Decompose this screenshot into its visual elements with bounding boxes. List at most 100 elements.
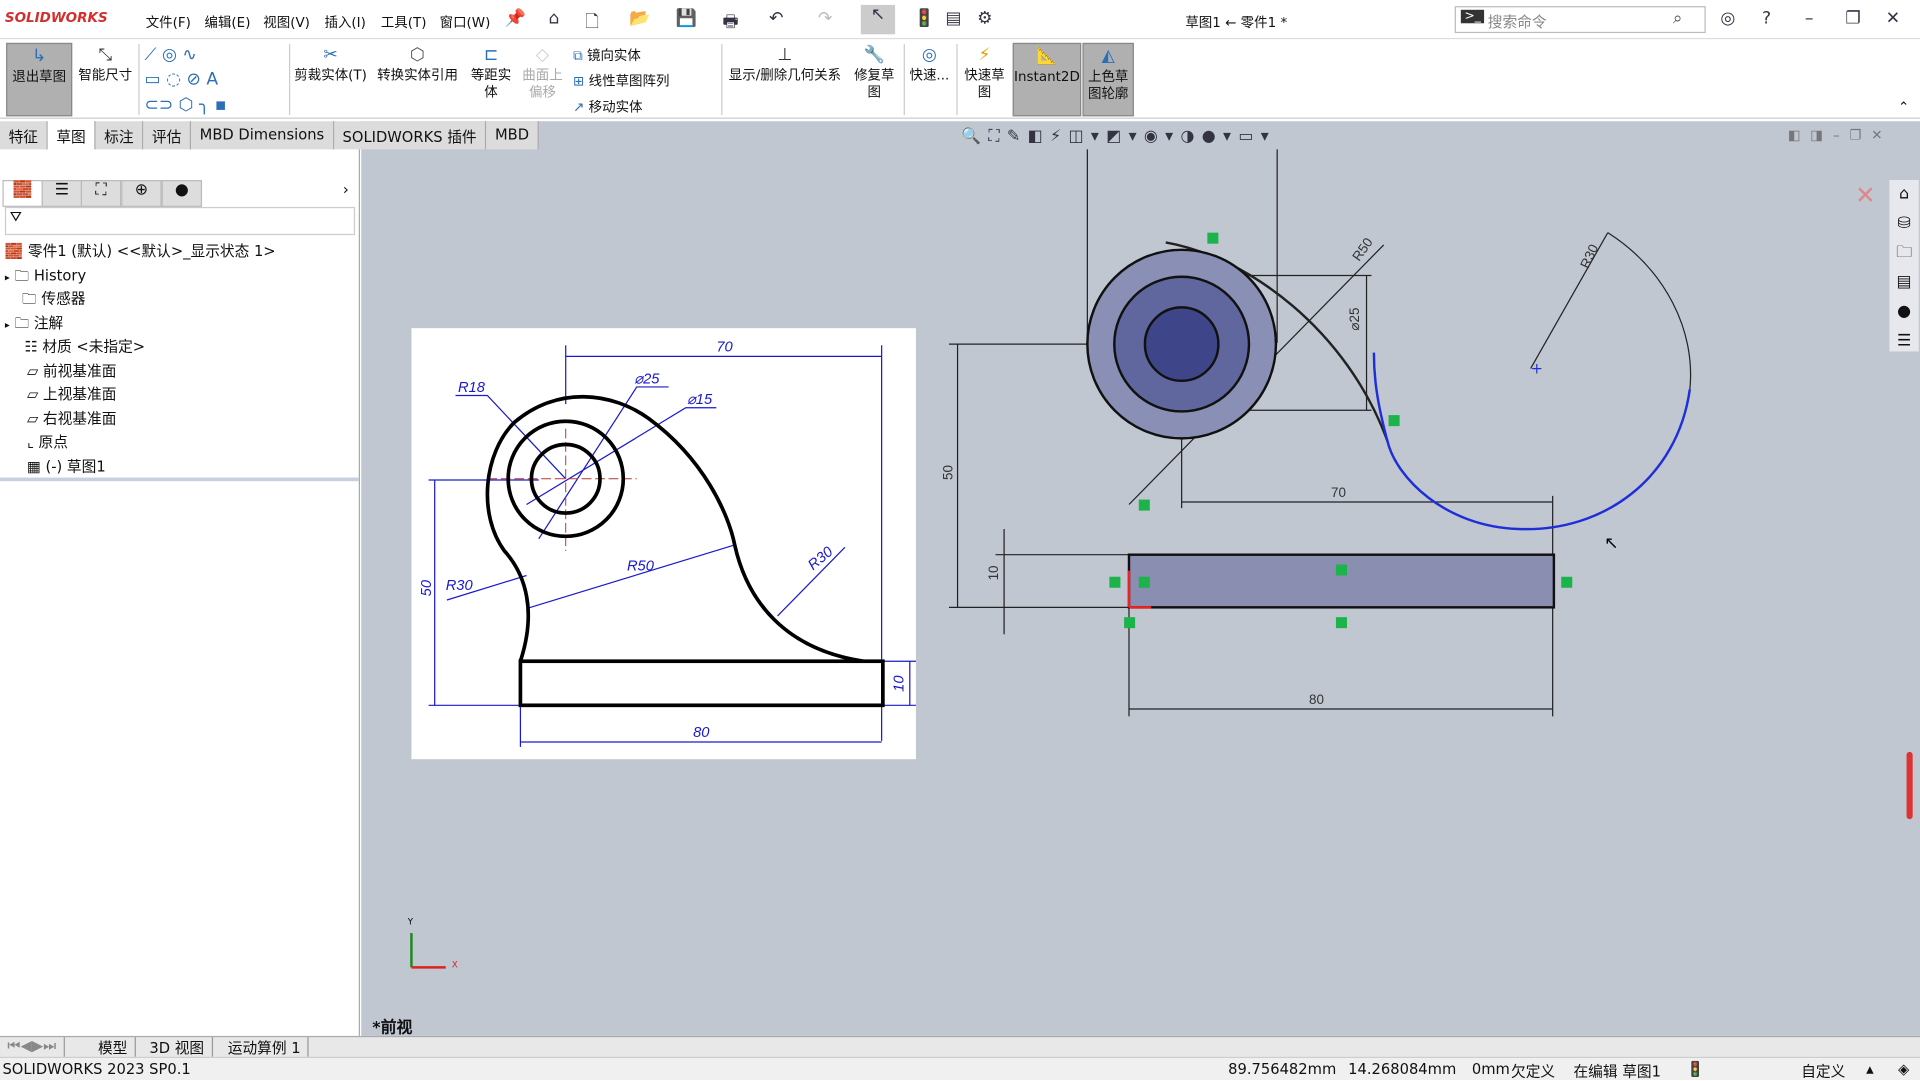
label: 修复草图 xyxy=(854,67,895,101)
open-icon[interactable]: 📂 xyxy=(629,9,650,29)
slot-icon[interactable]: ⊂⊃ ⬡ ╮ ▪ xyxy=(144,96,226,116)
print-icon[interactable]: 🖶 xyxy=(722,9,738,38)
mirror-icon: ⧉ xyxy=(573,47,587,64)
save-icon[interactable]: 💾 xyxy=(676,9,697,29)
relations-button[interactable]: ⊥ 显示/删除几何关系 xyxy=(725,43,845,116)
collapse-ribbon-icon[interactable]: ⌃ xyxy=(1898,99,1909,115)
help-icon[interactable]: ? xyxy=(1762,9,1771,29)
file-properties-icon[interactable]: ▤ xyxy=(945,9,961,29)
convert-entities-button[interactable]: ⬡ 转换实体引用 xyxy=(375,43,461,116)
tree-item-origin[interactable]: ⌞ 原点 xyxy=(27,431,68,452)
tree-item-top-plane[interactable]: ▱ 上视基准面 xyxy=(27,383,116,404)
x-coordinate: 89.756482mm xyxy=(1228,1060,1337,1078)
menu-view[interactable]: 视图(V) xyxy=(263,12,310,32)
select-icon[interactable]: ↖ xyxy=(860,4,896,35)
tree-item-history[interactable]: ▸ 🗀 History xyxy=(5,264,86,290)
repair-sketch-button[interactable]: 🔧 修复草图 xyxy=(850,43,899,116)
command-tabs: 特征 草图 标注 评估 MBD Dimensions SOLIDWORKS 插件… xyxy=(0,121,539,150)
tab-features[interactable]: 特征 xyxy=(0,121,48,150)
minimize-icon[interactable]: – xyxy=(1805,9,1814,29)
surface-offset-button[interactable]: ◇ 曲面上偏移 xyxy=(519,43,566,116)
cancel-sketch-icon[interactable]: ✕ xyxy=(1855,180,1876,209)
lightning-icon: ⚡ xyxy=(978,45,991,65)
rebuild-icon[interactable]: 🚦 xyxy=(913,9,934,29)
tree-item-sketch1[interactable]: ▦ (-) 草图1 xyxy=(27,456,106,477)
label: 快速草图 xyxy=(964,67,1005,101)
units-selector[interactable]: 自定义 xyxy=(1801,1060,1845,1081)
rapid-sketch-button[interactable]: ⚡ 快速草图 xyxy=(960,43,1009,116)
appearance-tab[interactable]: ● xyxy=(161,180,203,207)
close-icon[interactable]: ✕ xyxy=(1886,9,1900,29)
label: 上色草图轮廓 xyxy=(1087,68,1129,102)
viewport-window-controls[interactable]: ◧◨–❐✕ xyxy=(1788,127,1893,143)
filter-icon: ⛛ xyxy=(9,208,23,226)
heads-up-view-toolbar[interactable]: 🔍⛶✎◧⚡◫▾◩▾◉▾◑●▾▭▾ xyxy=(961,127,1276,145)
tree-item-annotations[interactable]: ▸ 🗀 注解 xyxy=(5,312,63,338)
label: 曲面上偏移 xyxy=(522,67,563,101)
quick-snaps-button[interactable]: ◎ 快速... xyxy=(907,43,951,116)
new-icon[interactable]: 🗋 xyxy=(585,9,599,38)
feature-tree-tab[interactable]: 🧱 xyxy=(2,180,43,207)
exit-sketch-button[interactable]: ↳ 退出草图 xyxy=(6,42,73,117)
tab-addins[interactable]: SOLIDWORKS 插件 xyxy=(333,121,487,150)
tab-3d-view[interactable]: 3D 视图 xyxy=(142,1037,213,1058)
command-icon: >_ xyxy=(1460,9,1485,24)
label: 等距实体 xyxy=(470,67,512,101)
tab-mbd-dimensions[interactable]: MBD Dimensions xyxy=(191,121,334,150)
line-icon[interactable]: ⟋ ◎ ∿ xyxy=(144,45,196,65)
move-button[interactable]: ↗ 移动实体 xyxy=(573,97,642,117)
graphics-area[interactable]: 🔍⛶✎◧⚡◫▾◩▾◉▾◑●▾▭▾ ◧◨–❐✕ ⌂ ⛁ 🗀 ▤ ● ☰ ✕ *前视 xyxy=(361,121,1920,1037)
tree-item-sensors[interactable]: 🗀 传感器 xyxy=(22,288,85,314)
filter-input[interactable]: ⛛ xyxy=(4,206,356,236)
tab-motion-study[interactable]: 运动算例 1 xyxy=(220,1037,310,1058)
relations-icon: ⊥ xyxy=(777,45,793,65)
scroll-handle[interactable] xyxy=(1906,751,1913,820)
label: 显示/删除几何关系 xyxy=(728,67,842,84)
tree-item-material[interactable]: ☷ 材质 <未指定> xyxy=(24,336,145,357)
trim-button[interactable]: ✂ 剪裁实体(T) xyxy=(294,43,367,116)
offset-button[interactable]: ⊏ 等距实体 xyxy=(467,43,516,116)
units-up-arrow-icon[interactable]: ▲ xyxy=(1866,1064,1874,1075)
menu-edit[interactable]: 编辑(E) xyxy=(204,12,250,32)
options-icon[interactable]: ⚙ xyxy=(977,9,992,29)
tag-icon[interactable]: ◈ xyxy=(1898,1060,1909,1077)
menu-insert[interactable]: 插入(I) xyxy=(324,12,365,32)
configuration-tab[interactable]: ⛶ xyxy=(80,180,122,207)
rectangle-icon[interactable]: ▭ ◌ ⊘ A xyxy=(144,70,218,90)
search-input[interactable]: >_ 搜索命令 ⌕ xyxy=(1454,6,1706,34)
menu-file[interactable]: 文件(F) xyxy=(146,12,191,32)
property-manager-tab[interactable]: ☰ xyxy=(41,180,83,207)
undo-icon[interactable]: ↶ xyxy=(769,9,783,29)
shaded-contours-button[interactable]: ◭ 上色草图轮廓 xyxy=(1082,42,1134,117)
task-pane-tabs[interactable]: ⌂ ⛁ 🗀 ▤ ● ☰ xyxy=(1889,180,1919,352)
wrench-icon: 🔧 xyxy=(863,45,885,65)
tab-sketch[interactable]: 草图 xyxy=(47,121,96,150)
tab-navigation-arrows[interactable]: ⏮◀▶⏭ xyxy=(0,1037,65,1058)
home-icon[interactable]: ⌂ xyxy=(549,9,560,29)
tab-evaluate[interactable]: 评估 xyxy=(143,121,192,150)
tab-mbd[interactable]: MBD xyxy=(486,121,539,150)
label: Instant2D xyxy=(1014,68,1080,85)
label: 零件1 (默认) <<默认>_显示状态 1> xyxy=(27,242,276,260)
tree-item-front-plane[interactable]: ▱ 前视基准面 xyxy=(27,360,116,381)
tab-model[interactable]: 模型 xyxy=(91,1037,136,1058)
menu-window[interactable]: 窗口(W) xyxy=(440,12,491,32)
redo-icon[interactable]: ↷ xyxy=(818,9,832,29)
menu-tools[interactable]: 工具(T) xyxy=(381,12,427,32)
account-icon[interactable]: ◎ xyxy=(1720,9,1735,29)
restore-icon[interactable]: ❐ xyxy=(1845,9,1860,29)
smart-dimension-button[interactable]: ⤡ 智能尺寸 xyxy=(75,43,136,116)
exit-sketch-icon: ↳ xyxy=(31,46,47,67)
mirror-button[interactable]: ⧉ 镜向实体 xyxy=(573,45,641,65)
chevron-right-icon[interactable]: › xyxy=(343,181,349,198)
search-icon[interactable]: ⌕ xyxy=(1673,9,1683,29)
ruler-icon: 📐 xyxy=(1036,46,1058,67)
label: 原点 xyxy=(38,433,68,451)
linear-pattern-button[interactable]: ⊞ 线性草图阵列 xyxy=(573,71,669,91)
tree-root[interactable]: 🧱 零件1 (默认) <<默认>_显示状态 1> xyxy=(5,240,276,261)
dimxpert-tab[interactable]: ⊕ xyxy=(121,180,162,207)
tab-markup[interactable]: 标注 xyxy=(95,121,144,150)
instant2d-button[interactable]: 📐 Instant2D xyxy=(1012,42,1082,117)
pin-icon[interactable]: 📌 xyxy=(504,9,525,29)
tree-item-right-plane[interactable]: ▱ 右视基准面 xyxy=(27,408,116,429)
